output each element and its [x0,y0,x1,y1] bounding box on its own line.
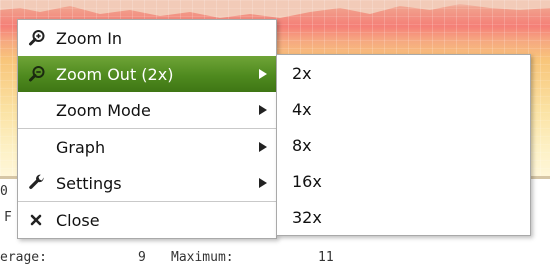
partial-text-left: F [4,210,12,225]
wrench-icon [29,174,44,189]
close-icon [30,214,42,226]
zoom-out-icon [29,66,45,82]
average-value: 9 [138,250,146,265]
menu-item-label: Close [56,211,100,230]
maximum-value: 11 [318,250,334,265]
submenu-arrow-icon [259,105,267,115]
menu-item-label: Zoom Out (2x) [56,65,174,84]
average-label: erage: [0,250,47,265]
zoom-out-submenu: 2x 4x 8x 16x 32x [276,54,531,236]
submenu-item-4x[interactable]: 4x [277,91,530,127]
menu-item-label: Zoom In [56,29,123,48]
submenu-arrow-icon [259,178,267,188]
submenu-item-label: 8x [292,136,312,155]
menu-item-graph[interactable]: Graph [18,129,276,165]
menu-item-label: Graph [56,138,106,157]
menu-item-settings[interactable]: Settings [18,165,276,201]
menu-item-zoom-out[interactable]: Zoom Out (2x) [18,56,276,92]
submenu-item-label: 32x [292,208,322,227]
submenu-item-8x[interactable]: 8x [277,127,530,163]
submenu-item-label: 2x [292,64,312,83]
submenu-item-label: 16x [292,172,322,191]
submenu-item-32x[interactable]: 32x [277,199,530,235]
submenu-item-label: 4x [292,100,312,119]
submenu-item-2x[interactable]: 2x [277,55,530,91]
submenu-arrow-icon [259,142,267,152]
zoom-in-icon [29,30,45,46]
menu-item-zoom-in[interactable]: Zoom In [18,20,276,56]
context-menu: Zoom In Zoom Out (2x) Zoom Mode Graph Se… [17,19,277,239]
axis-partial-label: 0 [0,184,8,199]
menu-item-zoom-mode[interactable]: Zoom Mode [18,92,276,128]
menu-item-close[interactable]: Close [18,202,276,238]
menu-item-label: Zoom Mode [56,101,151,120]
submenu-item-16x[interactable]: 16x [277,163,530,199]
menu-item-label: Settings [56,174,122,193]
submenu-arrow-icon [259,69,267,79]
maximum-label: Maximum: [171,250,234,265]
